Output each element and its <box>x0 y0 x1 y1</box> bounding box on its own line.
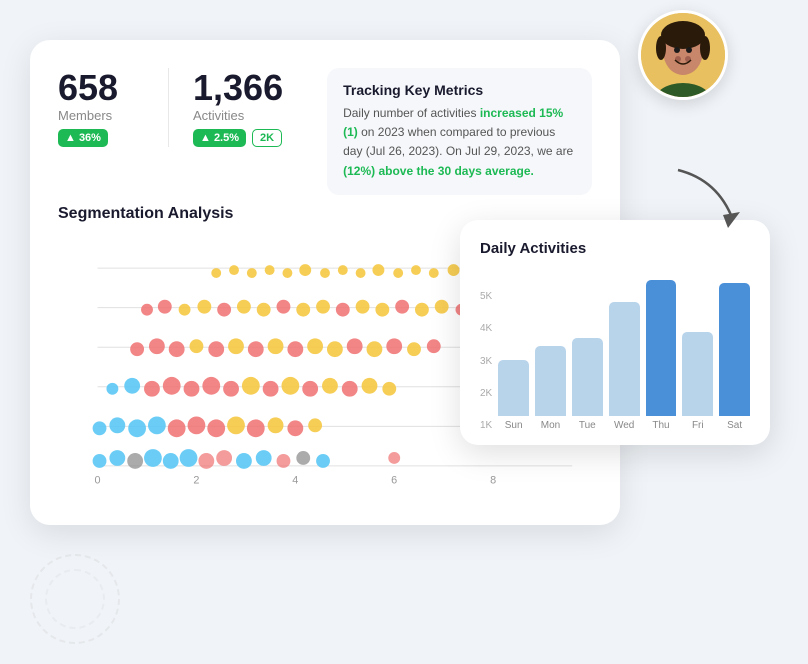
daily-activities-title: Daily Activities <box>480 240 750 257</box>
members-number: 658 <box>58 68 144 108</box>
bar-sun <box>498 360 529 416</box>
tracking-title: Tracking Key Metrics <box>343 82 576 98</box>
bar-col-sun: Sun <box>498 360 529 431</box>
avatar <box>638 10 728 100</box>
bar-label-tue: Tue <box>579 420 596 431</box>
activities-badge2: 2K <box>252 129 282 147</box>
bar-chart-container: 5K 4K 3K 2K 1K Sun Mon Tue <box>480 271 750 431</box>
members-badge: ▲ 36% <box>58 129 108 147</box>
activities-badge: ▲ 2.5% <box>193 129 246 147</box>
bar-wed <box>609 302 640 416</box>
svg-text:0: 0 <box>95 474 101 486</box>
arrow-indicator <box>668 160 748 240</box>
y-label-5k: 5K <box>480 291 492 302</box>
bar-col-mon: Mon <box>535 346 566 431</box>
bar-label-sat: Sat <box>727 420 742 431</box>
bar-sat <box>719 283 750 416</box>
tracking-highlight1: increased 15% (1) <box>343 106 563 139</box>
svg-text:4: 4 <box>292 474 298 486</box>
members-metric: 658 Members ▲ 36% <box>58 68 168 147</box>
bar-label-thu: Thu <box>652 420 669 431</box>
bar-chart: Sun Mon Tue Wed Thu <box>498 291 750 431</box>
daily-activities-card: Daily Activities 5K 4K 3K 2K 1K Sun Mon <box>460 220 770 445</box>
bar-col-tue: Tue <box>572 338 603 431</box>
bar-fri <box>682 332 713 416</box>
activities-number: 1,366 <box>193 68 283 108</box>
metrics-row: 658 Members ▲ 36% 1,366 Activities ▲ 2.5… <box>58 68 592 195</box>
y-label-2k: 2K <box>480 388 492 399</box>
bar-col-fri: Fri <box>682 332 713 431</box>
members-badge-row: ▲ 36% <box>58 129 144 147</box>
bar-label-fri: Fri <box>692 420 704 431</box>
bar-col-wed: Wed <box>609 302 640 431</box>
bar-label-wed: Wed <box>614 420 634 431</box>
bar-label-mon: Mon <box>541 420 560 431</box>
tracking-text: Daily number of activities increased 15%… <box>343 104 576 181</box>
deco-circle-2 <box>45 569 105 629</box>
tracking-box: Tracking Key Metrics Daily number of act… <box>327 68 592 195</box>
bar-thu <box>646 280 677 416</box>
activities-metric: 1,366 Activities ▲ 2.5% 2K <box>168 68 307 147</box>
activities-label: Activities <box>193 108 283 123</box>
activities-badge-row: ▲ 2.5% 2K <box>193 129 283 147</box>
bar-col-sat: Sat <box>719 283 750 431</box>
bar-col-thu: Thu <box>646 280 677 431</box>
y-label-4k: 4K <box>480 323 492 334</box>
bar-tue <box>572 338 603 416</box>
svg-text:6: 6 <box>391 474 397 486</box>
y-axis: 5K 4K 3K 2K 1K <box>480 291 492 431</box>
bar-label-sun: Sun <box>505 420 523 431</box>
bar-mon <box>535 346 566 416</box>
y-label-3k: 3K <box>480 356 492 367</box>
svg-text:2: 2 <box>193 474 199 486</box>
tracking-highlight2: (12%) above the 30 days average. <box>343 164 534 178</box>
members-label: Members <box>58 108 144 123</box>
avatar-svg <box>641 13 725 97</box>
svg-text:8: 8 <box>490 474 496 486</box>
y-label-1k: 1K <box>480 420 492 431</box>
